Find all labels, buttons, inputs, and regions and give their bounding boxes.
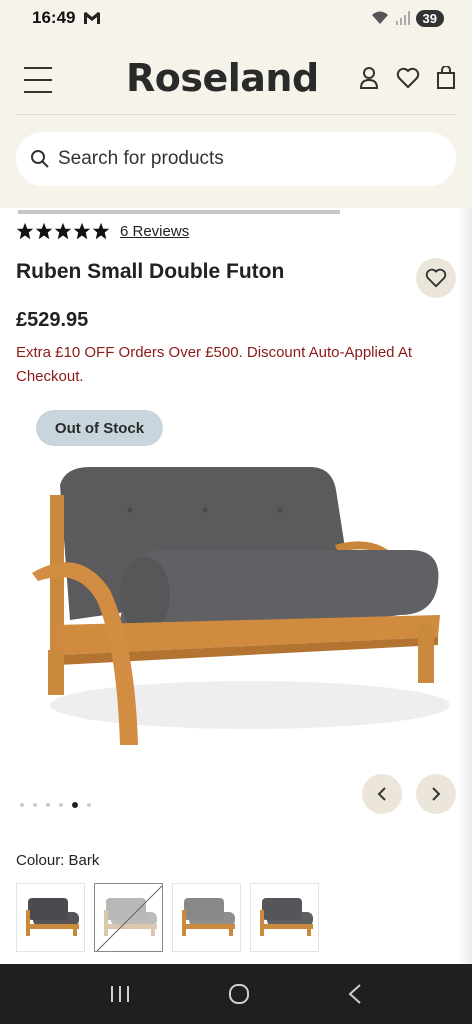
back-icon[interactable] xyxy=(347,983,363,1005)
scroll-indicator xyxy=(18,210,340,214)
site-header: Roseland Search for products xyxy=(0,36,472,208)
gmail-icon xyxy=(84,12,101,24)
recents-icon[interactable] xyxy=(109,984,131,1004)
star-icon xyxy=(35,222,53,240)
swatch-thumbnail xyxy=(182,898,235,936)
search-icon xyxy=(31,150,49,168)
carousel-dot-active[interactable] xyxy=(72,802,78,808)
carousel-dots xyxy=(20,802,91,808)
swatch-2[interactable] xyxy=(94,883,163,952)
star-icon xyxy=(16,222,34,240)
account-icon[interactable] xyxy=(358,66,380,90)
side-edge xyxy=(458,208,472,964)
wishlist-button[interactable] xyxy=(416,258,456,298)
chevron-left-icon xyxy=(377,787,386,801)
carousel-dot[interactable] xyxy=(59,803,63,807)
carousel-next-button[interactable] xyxy=(416,774,456,814)
promo-text: Extra £10 OFF Orders Over £500. Discount… xyxy=(16,344,413,385)
carousel-dot[interactable] xyxy=(20,803,24,807)
site-logo[interactable]: Roseland xyxy=(126,56,319,100)
rating-row: 6 Reviews xyxy=(16,222,189,240)
product-price: £529.95 xyxy=(16,309,89,331)
star-rating xyxy=(16,222,110,240)
star-icon xyxy=(54,222,72,240)
product-title: Ruben Small Double Futon xyxy=(16,260,285,283)
signal-icon xyxy=(395,11,410,25)
reviews-link[interactable]: 6 Reviews xyxy=(120,223,189,240)
status-bar: 16:49 39 xyxy=(0,0,472,36)
swatch-thumbnail xyxy=(96,885,162,951)
heart-icon[interactable] xyxy=(396,67,420,89)
colour-label: Colour: Bark xyxy=(16,852,100,869)
heart-icon xyxy=(425,268,447,288)
status-time: 16:49 xyxy=(32,8,76,27)
star-icon xyxy=(73,222,91,240)
swatch-thumbnail xyxy=(260,898,313,936)
android-nav-bar xyxy=(0,964,472,1024)
bag-icon[interactable] xyxy=(436,66,456,90)
product-image xyxy=(32,467,450,745)
swatch-thumbnail xyxy=(26,898,79,936)
home-icon[interactable] xyxy=(228,983,250,1005)
star-icon xyxy=(92,222,110,240)
chevron-right-icon xyxy=(432,787,441,801)
carousel-dot[interactable] xyxy=(87,803,91,807)
hamburger-icon[interactable] xyxy=(24,67,52,93)
carousel-dot[interactable] xyxy=(33,803,37,807)
search-placeholder: Search for products xyxy=(58,148,224,169)
header-divider xyxy=(16,114,456,115)
colour-swatches xyxy=(16,883,319,952)
swatch-1[interactable] xyxy=(16,883,85,952)
stock-badge: Out of Stock xyxy=(36,410,163,446)
wifi-icon xyxy=(371,11,388,24)
battery-indicator: 39 xyxy=(415,9,444,27)
swatch-3[interactable] xyxy=(172,883,241,952)
search-input[interactable]: Search for products xyxy=(16,132,456,186)
swatch-4[interactable] xyxy=(250,883,319,952)
carousel-dot[interactable] xyxy=(46,803,50,807)
carousel-prev-button[interactable] xyxy=(362,774,402,814)
